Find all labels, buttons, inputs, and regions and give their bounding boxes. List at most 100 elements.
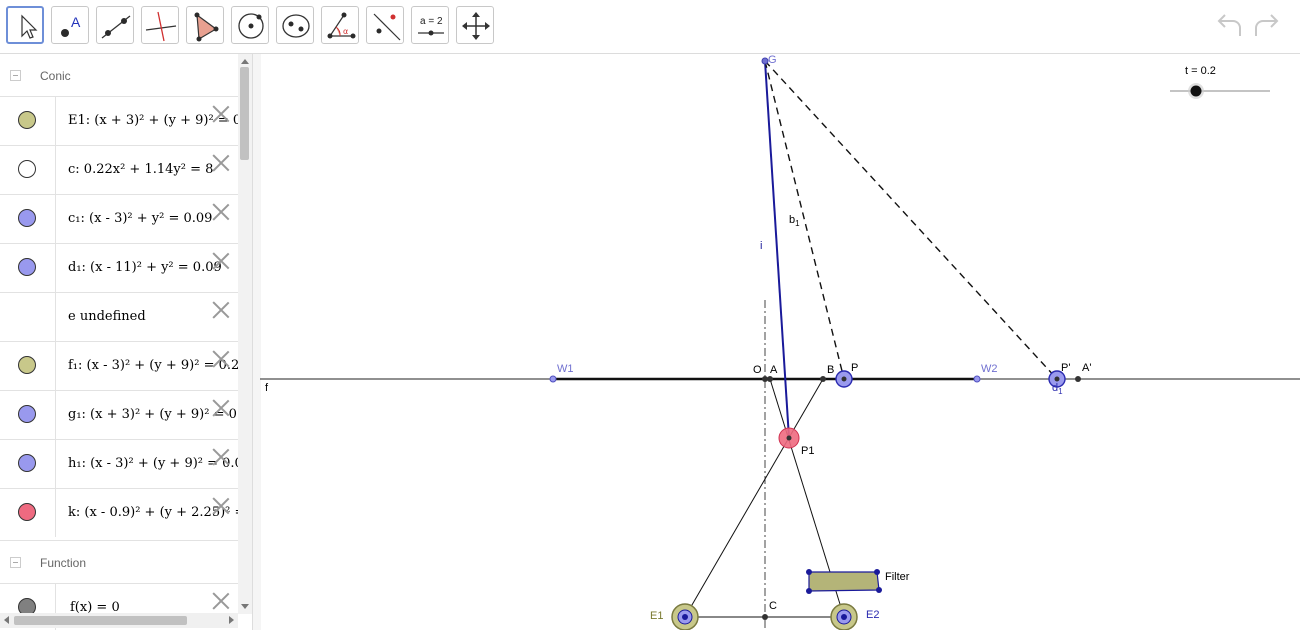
delete-icon[interactable] (212, 301, 230, 319)
algebra-expression[interactable]: c: 0.22x² + 1.14y² = 8 (68, 162, 213, 177)
visibility-marble[interactable] (18, 258, 36, 276)
delete-icon[interactable] (212, 497, 230, 515)
point-p1[interactable] (786, 435, 792, 441)
marble-cell (0, 440, 56, 488)
collapse-icon[interactable] (10, 557, 21, 568)
circle-icon (238, 13, 264, 39)
marble-cell (0, 244, 56, 292)
algebra-expression[interactable]: e undefined (68, 309, 146, 324)
polygon-tool-button[interactable] (186, 6, 224, 44)
line-e1-b[interactable] (684, 378, 824, 618)
label-c: C (769, 600, 777, 612)
algebra-expression[interactable]: d₁: (x - 11)² + y² = 0.09 (68, 260, 222, 275)
slider-icon: a = 2 (418, 16, 444, 36)
filter-vertex[interactable] (806, 569, 812, 575)
label-e1: E1 (650, 610, 664, 622)
horizontal-scroll-thumb[interactable] (14, 616, 187, 625)
filter-vertex[interactable] (874, 569, 880, 575)
delete-icon[interactable] (212, 203, 230, 221)
dashed-line-b1[interactable] (764, 60, 845, 380)
reflect-tool-button[interactable] (366, 6, 404, 44)
graphics-view[interactable]: G i b1 W1 W2 O A B P P' A' d1 f P1 C E1 … (260, 54, 1300, 630)
list-item[interactable]: f₁: (x - 3)² + (y + 9)² = 0.2 (0, 341, 238, 390)
point-icon: A (61, 14, 81, 37)
point-aprime[interactable] (1075, 376, 1081, 382)
move-tool-button[interactable] (6, 6, 44, 44)
marble-cell (0, 342, 56, 390)
point-a[interactable] (767, 376, 773, 382)
visibility-marble[interactable] (18, 209, 36, 227)
line-tool-button[interactable] (96, 6, 134, 44)
list-item[interactable]: c₁: (x - 3)² + y² = 0.09 (0, 194, 238, 243)
label-p: P (851, 362, 859, 374)
point-w1[interactable] (549, 375, 557, 383)
visibility-marble[interactable] (18, 454, 36, 472)
label-filter: Filter (885, 571, 910, 583)
slider-tool-button[interactable]: a = 2 (411, 6, 449, 44)
point-e1[interactable] (682, 614, 688, 620)
list-item[interactable]: c: 0.22x² + 1.14y² = 8 (0, 145, 238, 194)
construction-canvas[interactable] (260, 54, 1300, 630)
delete-icon[interactable] (212, 350, 230, 368)
group-title: Function (40, 556, 87, 570)
delete-icon[interactable] (212, 592, 230, 610)
list-item[interactable]: g₁: (x + 3)² + (y + 9)² = 0. (0, 390, 238, 439)
point-e2[interactable] (841, 614, 847, 620)
marble-cell (0, 489, 56, 537)
undo-button[interactable] (1212, 10, 1246, 44)
svg-text:A: A (71, 14, 81, 30)
list-item[interactable]: d₁: (x - 11)² + y² = 0.09 (0, 243, 238, 292)
dashed-line-g-pprime[interactable] (764, 60, 1058, 380)
angle-tool-button[interactable]: α (321, 6, 359, 44)
delete-icon[interactable] (212, 105, 230, 123)
delete-icon[interactable] (212, 448, 230, 466)
ellipse-icon (282, 14, 310, 38)
visibility-marble[interactable] (18, 405, 36, 423)
filter-polygon[interactable] (808, 571, 880, 592)
delete-icon[interactable] (212, 399, 230, 417)
label-f: f (265, 382, 269, 394)
visibility-marble[interactable] (18, 503, 36, 521)
undo-icon (1217, 14, 1241, 36)
group-header-conic[interactable]: Conic (0, 54, 238, 100)
point-c[interactable] (762, 614, 768, 620)
delete-icon[interactable] (212, 252, 230, 270)
point-p[interactable] (841, 376, 847, 382)
perpendicular-tool-button[interactable] (141, 6, 179, 44)
perpendicular-line-icon (145, 11, 177, 42)
move-graphics-tool-button[interactable] (456, 6, 494, 44)
visibility-marble[interactable] (18, 356, 36, 374)
filter-vertex[interactable] (876, 587, 882, 593)
ellipse-tool-button[interactable] (276, 6, 314, 44)
label-b: B (827, 364, 835, 376)
delete-icon[interactable] (212, 154, 230, 172)
marble-cell (0, 97, 56, 145)
group-header-function[interactable]: Function (0, 540, 238, 587)
vertical-scroll-thumb[interactable] (240, 67, 249, 160)
point-b[interactable] (820, 376, 826, 382)
point-pprime[interactable] (1054, 376, 1060, 382)
marble-cell (0, 195, 56, 243)
list-item[interactable]: e undefined (0, 292, 238, 341)
list-item[interactable]: h₁: (x - 3)² + (y + 9)² = 0.0 (0, 439, 238, 488)
point-w2[interactable] (973, 375, 981, 383)
group-title: Conic (40, 69, 71, 83)
redo-button[interactable] (1250, 10, 1284, 44)
filter-vertex[interactable] (806, 588, 812, 594)
marble-cell (0, 391, 56, 439)
algebra-expression[interactable]: c₁: (x - 3)² + y² = 0.09 (68, 211, 212, 226)
point-tool-button[interactable]: A (51, 6, 89, 44)
visibility-marble[interactable] (18, 160, 36, 178)
slider-label: t = 0.2 (1185, 65, 1216, 77)
label-p1: P1 (801, 445, 815, 457)
list-item[interactable]: k: (x - 0.9)² + (y + 2.25)² = (0, 488, 238, 537)
label-d1-sub: 1 (1058, 387, 1063, 397)
toolbar: A α a = 2 (0, 0, 1300, 54)
circle-tool-button[interactable] (231, 6, 269, 44)
label-o: O (753, 364, 762, 376)
list-item[interactable]: E1: (x + 3)² + (y + 9)² = 0 (0, 96, 238, 145)
angle-icon: α (327, 12, 356, 39)
collapse-icon[interactable] (10, 70, 21, 81)
visibility-marble[interactable] (18, 111, 36, 129)
slider-handle[interactable] (1190, 85, 1202, 97)
